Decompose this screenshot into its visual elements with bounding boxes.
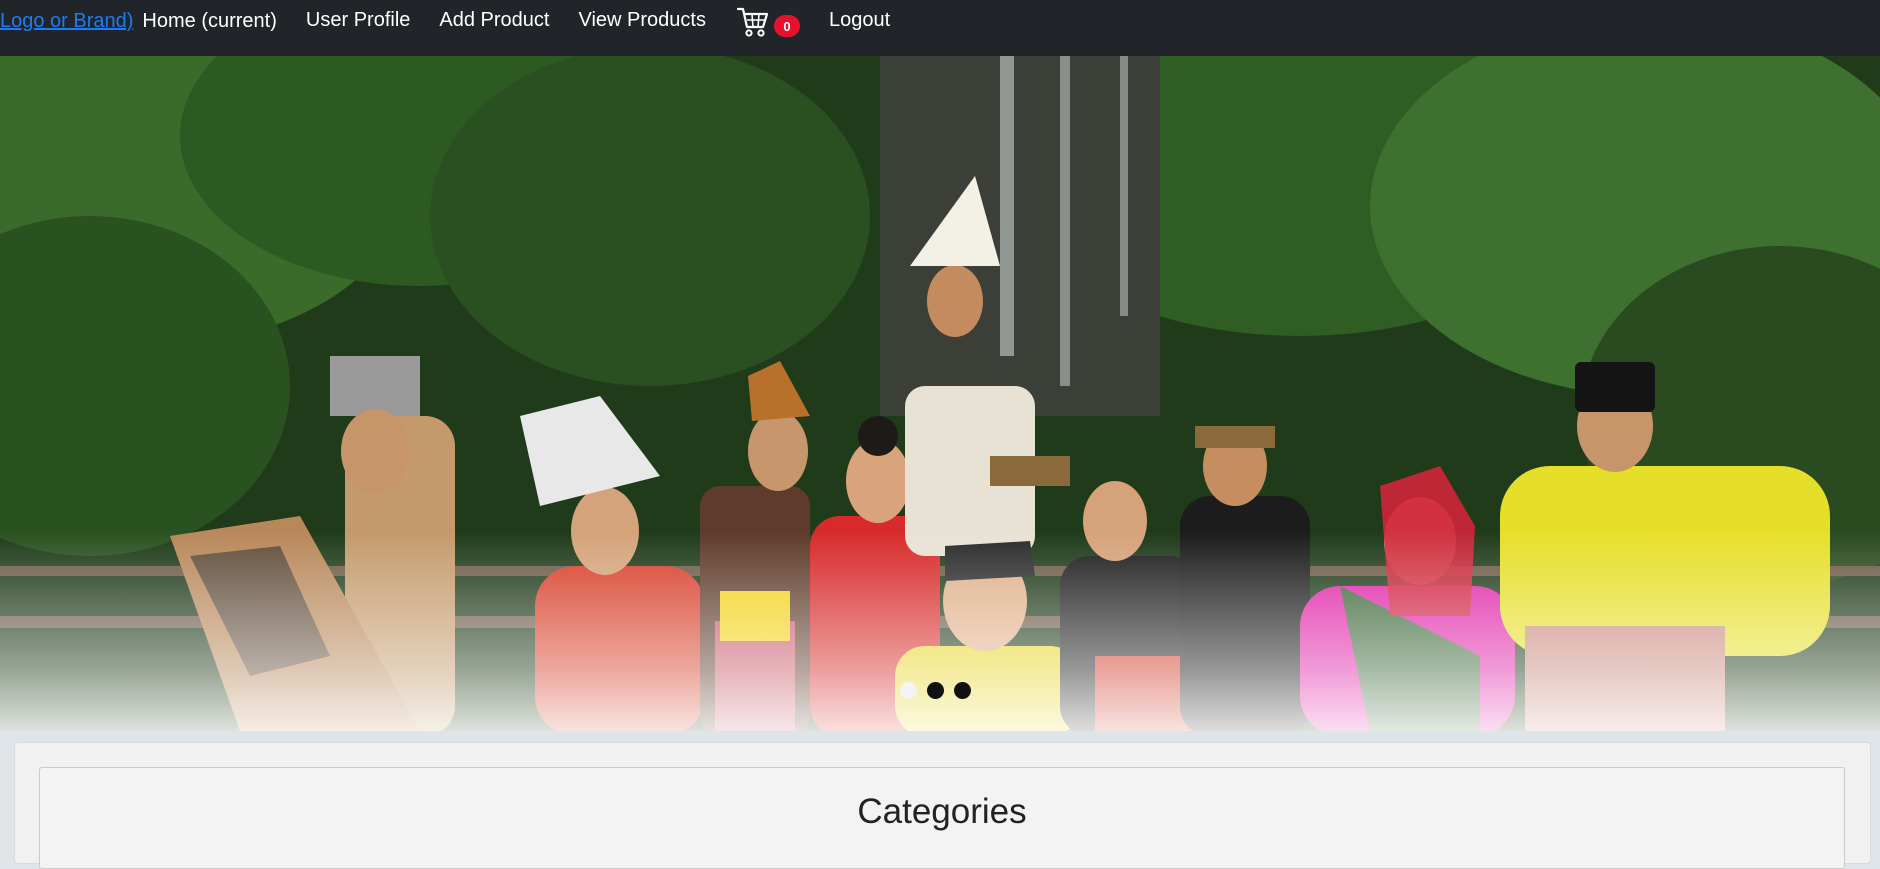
carousel-indicator-1[interactable] — [900, 682, 917, 699]
cart-link[interactable]: 0 — [736, 6, 800, 43]
top-navbar: Logo or Brand) Home (current) User Profi… — [0, 0, 1880, 56]
nav-logout-link[interactable]: Logout — [829, 9, 890, 32]
nav-home-link[interactable]: Home (current) — [142, 10, 276, 33]
carousel-indicator-3[interactable] — [954, 682, 971, 699]
brand-link[interactable]: Logo or Brand) — [0, 10, 133, 33]
nav-add-product-link[interactable]: Add Product — [439, 9, 549, 32]
hero-carousel[interactable] — [0, 56, 1880, 731]
carousel-indicators — [900, 682, 971, 699]
nav-user-profile-link[interactable]: User Profile — [306, 9, 410, 32]
categories-heading: Categories — [857, 792, 1027, 831]
carousel-slide-image — [0, 56, 1880, 731]
carousel-indicator-2[interactable] — [927, 682, 944, 699]
cart-count-badge: 0 — [773, 15, 800, 37]
categories-panel: Categories — [39, 767, 1845, 869]
nav-view-products-link[interactable]: View Products — [578, 9, 705, 32]
shopping-cart-icon — [736, 6, 770, 43]
